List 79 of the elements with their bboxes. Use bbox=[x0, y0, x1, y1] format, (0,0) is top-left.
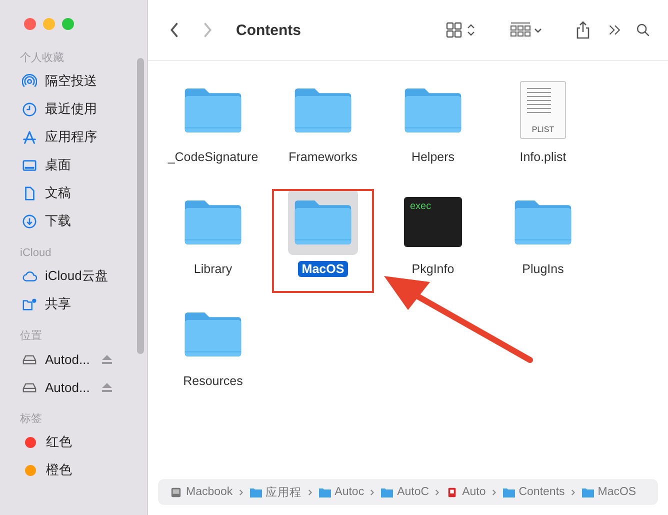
sidebar-item[interactable]: Autod... bbox=[0, 345, 147, 373]
chevron-icon bbox=[570, 488, 576, 496]
zoom-button[interactable] bbox=[62, 18, 74, 30]
sidebar-label: Autod... bbox=[45, 352, 90, 366]
path-item[interactable]: MacOS bbox=[598, 486, 636, 498]
terminal-icon: exec bbox=[404, 197, 462, 247]
path-item[interactable]: Autoc bbox=[334, 486, 364, 498]
sidebar-item[interactable]: iCloud云盘 bbox=[0, 262, 147, 290]
section-title: 个人收藏 bbox=[19, 50, 65, 66]
sidebar-label: iCloud云盘 bbox=[45, 267, 108, 285]
chevron-icon bbox=[492, 488, 497, 496]
sidebar-label: 最近使用 bbox=[45, 100, 97, 118]
chevron-icon bbox=[370, 488, 376, 496]
file-name[interactable]: PkgInfo bbox=[408, 261, 458, 277]
path-item[interactable]: Auto bbox=[462, 486, 486, 498]
app-store-icon bbox=[22, 130, 37, 144]
file-name[interactable]: Info.plist bbox=[516, 149, 570, 165]
sidebar-label: 橙色 bbox=[46, 461, 72, 479]
file-name[interactable]: Frameworks bbox=[284, 149, 362, 165]
folder-icon bbox=[318, 486, 331, 498]
sidebar-label: 红色 bbox=[46, 433, 72, 451]
sidebar-item[interactable]: 最近使用 bbox=[0, 95, 147, 123]
document-icon bbox=[22, 186, 37, 200]
sidebar-label: 桌面 bbox=[45, 156, 71, 174]
eject-icon[interactable] bbox=[102, 382, 112, 392]
file-name[interactable]: _CodeSignature bbox=[164, 149, 262, 165]
section-title: 位置 bbox=[19, 329, 43, 344]
file-icon-tile[interactable]: PLIST bbox=[508, 77, 578, 143]
sidebar-item[interactable]: 应用程序 bbox=[0, 123, 147, 151]
sidebar-item[interactable]: 隔空投送 bbox=[0, 67, 147, 95]
path-item[interactable]: Macbook bbox=[186, 486, 233, 498]
sidebar-label: Autod... bbox=[45, 380, 90, 394]
path-item[interactable]: 应用程 bbox=[266, 484, 302, 500]
folder-icon bbox=[250, 486, 262, 498]
sidebar-item[interactable]: 下载 bbox=[0, 207, 147, 235]
file-name[interactable]: Library bbox=[190, 261, 236, 277]
file-name[interactable]: PlugIns bbox=[518, 261, 568, 277]
chevron-icon bbox=[435, 488, 440, 496]
sidebar-label: 隔空投送 bbox=[45, 72, 97, 90]
sidebar-label: 共享 bbox=[45, 295, 71, 313]
file-name[interactable]: Resources bbox=[179, 373, 247, 389]
search-icon[interactable] bbox=[636, 21, 650, 39]
file-icon-tile[interactable] bbox=[288, 189, 358, 255]
chevron-icon bbox=[238, 488, 244, 496]
sidebar-label: 文稿 bbox=[45, 184, 71, 202]
download-icon bbox=[22, 214, 37, 228]
path-item[interactable]: Contents bbox=[518, 486, 565, 498]
airdrop-icon bbox=[22, 74, 37, 88]
section-title: 标签 bbox=[19, 412, 43, 427]
document-icon: PLIST bbox=[520, 81, 566, 139]
sidebar-item[interactable]: 共享 bbox=[0, 290, 147, 318]
file-name[interactable]: Helpers bbox=[407, 149, 459, 165]
sidebar-item[interactable]: 文稿 bbox=[0, 179, 147, 207]
folder-icon bbox=[582, 486, 594, 498]
sidebar-item[interactable]: 桌面 bbox=[0, 151, 147, 179]
sidebar-label: 应用程序 bbox=[45, 128, 97, 146]
app-icon bbox=[446, 486, 458, 498]
clock-icon bbox=[22, 102, 37, 116]
path-item[interactable]: AutoC bbox=[397, 486, 430, 498]
sidebar-item[interactable]: 橙色 bbox=[0, 456, 147, 484]
sidebar-item[interactable]: 红色 bbox=[0, 428, 147, 456]
folder-icon bbox=[381, 486, 394, 498]
share-icon[interactable] bbox=[576, 21, 590, 39]
scroll-bar[interactable] bbox=[137, 58, 144, 354]
eject-icon[interactable] bbox=[102, 354, 112, 364]
window-title: Contents bbox=[236, 22, 301, 38]
file-icon-tile[interactable]: exec bbox=[398, 189, 468, 255]
cloud-icon bbox=[22, 268, 37, 284]
sidebar-label: 下载 bbox=[45, 212, 71, 230]
file-name[interactable]: MacOS bbox=[298, 261, 348, 277]
desktop-icon bbox=[22, 158, 37, 172]
close-button[interactable] bbox=[24, 18, 36, 30]
minimize-button[interactable] bbox=[43, 18, 55, 30]
group-icon[interactable] bbox=[510, 22, 544, 38]
shared-folder-icon bbox=[22, 296, 37, 312]
folder-icon bbox=[502, 486, 515, 498]
sidebar-item[interactable]: Autod... bbox=[0, 373, 147, 401]
section-title: iCloud bbox=[19, 246, 52, 261]
chevron-icon bbox=[308, 488, 313, 496]
